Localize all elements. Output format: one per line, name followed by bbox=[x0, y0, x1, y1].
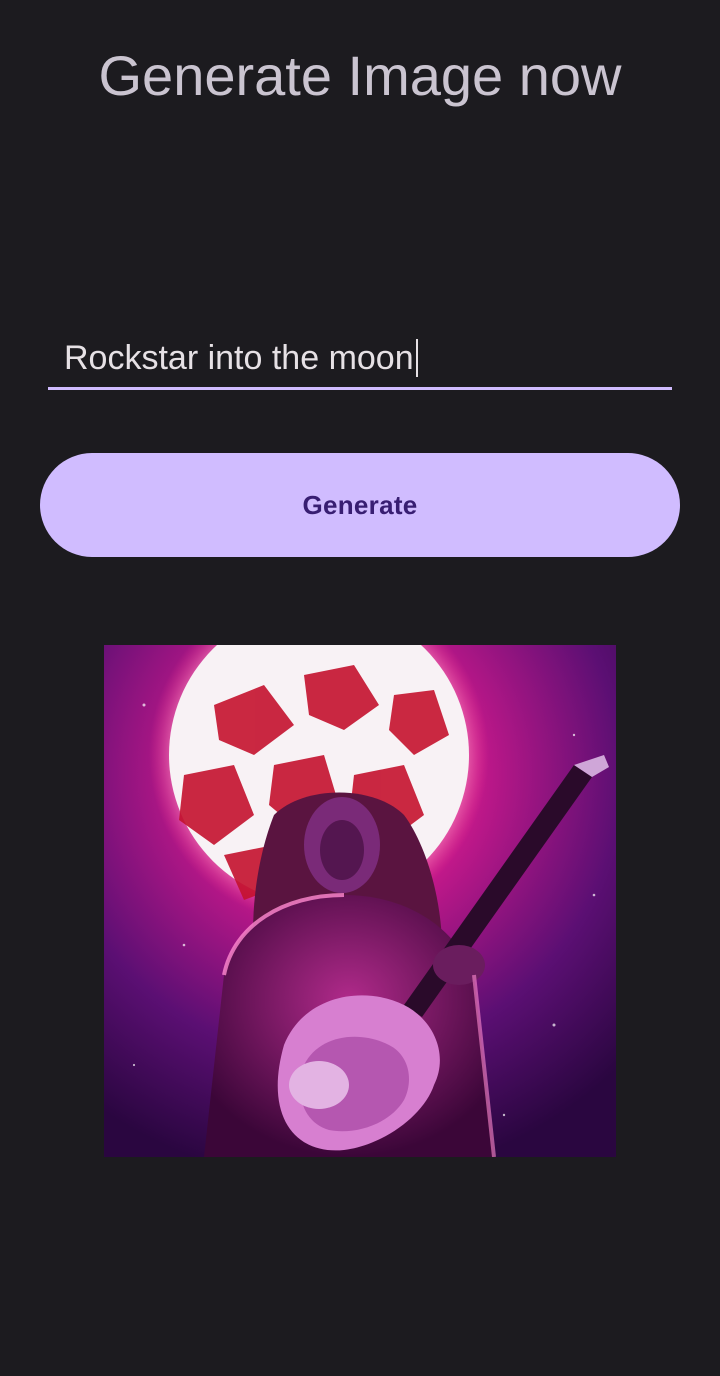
prompt-text: Rockstar into the moon bbox=[64, 339, 414, 377]
generate-button[interactable]: Generate bbox=[40, 453, 680, 557]
prompt-input-value[interactable]: Rockstar into the moon bbox=[64, 338, 418, 378]
prompt-input[interactable]: Rockstar into the moon bbox=[48, 326, 672, 390]
page-title: Generate Image now bbox=[98, 44, 622, 107]
text-caret bbox=[415, 339, 418, 377]
generated-image bbox=[104, 645, 616, 1157]
generate-button-label: Generate bbox=[302, 489, 418, 520]
generated-image-art bbox=[104, 645, 616, 1157]
